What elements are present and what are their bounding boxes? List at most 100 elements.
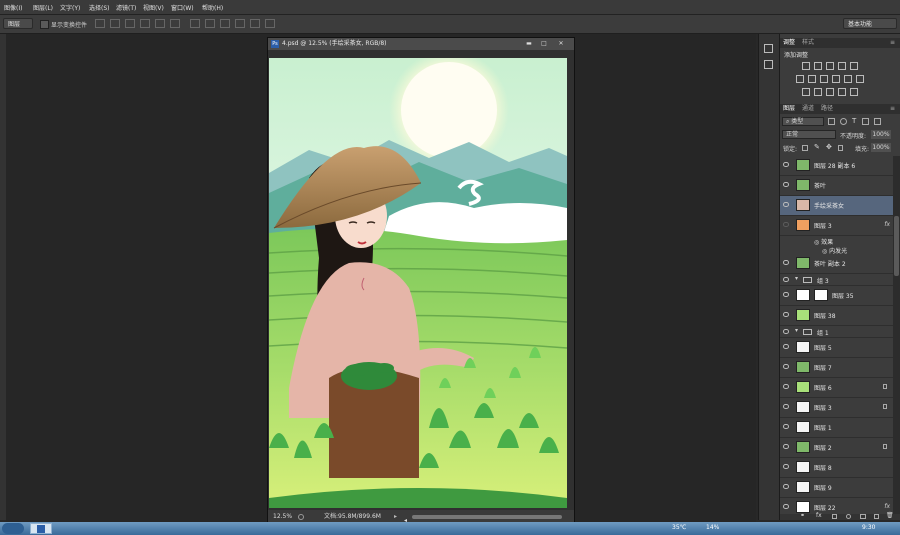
color-balance-icon[interactable] (808, 75, 816, 83)
posterize-icon[interactable] (814, 88, 822, 96)
minimize-button[interactable]: ▬ (524, 39, 534, 48)
align-hcenter-icon[interactable] (155, 19, 165, 28)
lock-all-icon[interactable] (838, 145, 843, 151)
add-style-icon[interactable]: fx (816, 512, 822, 519)
align-bottom-icon[interactable] (125, 19, 135, 28)
workspace-dropdown[interactable]: 基本功能 (843, 18, 897, 29)
levels-icon[interactable] (814, 62, 822, 70)
layer-row[interactable]: 图层 35 (780, 286, 893, 306)
hue-saturation-icon[interactable] (796, 75, 804, 83)
menu-window[interactable]: 窗口(W) (171, 3, 194, 12)
menu-image[interactable]: 图像(I) (4, 3, 22, 12)
layer-row[interactable]: 图层 3 fx (780, 216, 893, 236)
menu-filter[interactable]: 滤镜(T) (116, 3, 136, 12)
lock-transparent-icon[interactable] (802, 145, 808, 151)
new-layer-icon[interactable] (874, 514, 879, 519)
horizontal-scrollbar[interactable] (412, 515, 562, 519)
layers-scrollbar[interactable] (893, 156, 900, 514)
align-vcenter-icon[interactable] (110, 19, 120, 28)
layer-row[interactable]: 图层 1 (780, 418, 893, 438)
visibility-eye-icon[interactable] (783, 329, 789, 334)
visibility-eye-icon[interactable] (783, 364, 789, 369)
menu-select[interactable]: 选择(S) (89, 3, 110, 12)
layer-row[interactable]: 图层 22 fx (780, 498, 893, 514)
lock-move-icon[interactable]: ✥ (826, 143, 832, 151)
layers-panel-menu-icon[interactable]: ≡ (890, 104, 895, 114)
show-transform-checkbox[interactable] (40, 20, 49, 29)
photo-filter-icon[interactable] (832, 75, 840, 83)
distribute-top-icon[interactable] (190, 19, 200, 28)
panel-menu-icon[interactable]: ≡ (890, 38, 895, 48)
layer-row[interactable]: 手绘采茶女 (780, 196, 893, 216)
layer-mask-thumbnail[interactable] (814, 289, 828, 301)
layer-row[interactable]: 图层 5 (780, 338, 893, 358)
status-icon[interactable] (298, 514, 304, 520)
history-icon[interactable] (764, 44, 773, 53)
visibility-eye-icon[interactable] (783, 404, 789, 409)
visibility-eye-icon[interactable] (783, 484, 789, 489)
effect-row[interactable]: ◎ 内发光 (780, 245, 893, 255)
blend-mode-dropdown[interactable]: 正常 (782, 130, 836, 139)
distribute-right-icon[interactable] (265, 19, 275, 28)
layer-row[interactable]: 图层 2 (780, 438, 893, 458)
invert-icon[interactable] (802, 88, 810, 96)
type-filter-icon[interactable]: T (852, 117, 856, 125)
distribute-left-icon[interactable] (235, 19, 245, 28)
layers-scroll-thumb[interactable] (894, 216, 899, 276)
lock-paint-icon[interactable]: ✎ (814, 143, 820, 151)
pixel-filter-icon[interactable] (828, 118, 835, 125)
visibility-eye-icon[interactable] (783, 344, 789, 349)
distribute-hcenter-icon[interactable] (250, 19, 260, 28)
taskbar-photoshop-button[interactable] (30, 523, 52, 534)
exposure-icon[interactable] (838, 62, 846, 70)
visibility-eye-icon[interactable] (783, 292, 789, 297)
distribute-vcenter-icon[interactable] (205, 19, 215, 28)
tab-paths[interactable]: 路径 (821, 104, 833, 114)
auto-select-dropdown[interactable]: 图层 (3, 18, 33, 29)
visibility-eye-icon[interactable] (783, 464, 789, 469)
layer-row[interactable]: 茶叶 副本 2 (780, 254, 893, 274)
link-layers-icon[interactable]: ⚭ (800, 512, 805, 519)
shape-filter-icon[interactable] (862, 118, 869, 125)
document-tab[interactable]: Ps 4.psd @ 12.5% (手绘采茶女, RGB/8) ▬ □ ✕ (268, 38, 574, 50)
properties-icon[interactable] (764, 60, 773, 69)
visibility-eye-icon[interactable] (783, 162, 789, 167)
menu-layer[interactable]: 图层(L) (33, 3, 53, 12)
group-expand-icon[interactable]: ▾ (795, 327, 798, 334)
menu-help[interactable]: 帮助(H) (202, 3, 223, 12)
visibility-eye-icon[interactable] (783, 384, 789, 389)
visibility-eye-icon[interactable] (783, 424, 789, 429)
new-group-icon[interactable] (860, 514, 866, 519)
layer-group-row[interactable]: ▾ 组 3 (780, 274, 893, 286)
layer-row[interactable]: 图层 28 副本 6 (780, 156, 893, 176)
brightness-icon[interactable] (802, 62, 810, 70)
close-button[interactable]: ✕ (556, 39, 566, 48)
artwork-canvas[interactable] (269, 58, 567, 508)
layer-row[interactable]: 图层 7 (780, 358, 893, 378)
distribute-bottom-icon[interactable] (220, 19, 230, 28)
visibility-eye-icon[interactable] (783, 222, 789, 227)
color-lookup-icon[interactable] (856, 75, 864, 83)
layer-row[interactable]: 图层 3 (780, 398, 893, 418)
align-top-icon[interactable] (95, 19, 105, 28)
menu-type[interactable]: 文字(Y) (60, 3, 80, 12)
new-adjustment-icon[interactable] (846, 514, 851, 519)
tab-channels[interactable]: 通道 (802, 104, 814, 114)
channel-mixer-icon[interactable] (844, 75, 852, 83)
start-button[interactable] (2, 523, 24, 534)
threshold-icon[interactable] (826, 88, 834, 96)
effects-row[interactable]: ◎ 效果 (780, 236, 893, 246)
layer-effects-icon[interactable]: fx (884, 221, 890, 228)
layer-row[interactable]: 图层 6 (780, 378, 893, 398)
group-expand-icon[interactable]: ▾ (795, 275, 798, 282)
align-left-icon[interactable] (140, 19, 150, 28)
layer-filter-dropdown[interactable]: ⌕ 类型 (782, 117, 824, 126)
selective-color-icon[interactable] (850, 88, 858, 96)
menu-view[interactable]: 视图(V) (143, 3, 164, 12)
gradient-map-icon[interactable] (838, 88, 846, 96)
curves-icon[interactable] (826, 62, 834, 70)
visibility-eye-icon[interactable] (783, 504, 789, 509)
layer-effects-icon[interactable]: fx (884, 503, 890, 510)
black-white-icon[interactable] (820, 75, 828, 83)
tab-layers[interactable]: 图层 (783, 104, 795, 114)
